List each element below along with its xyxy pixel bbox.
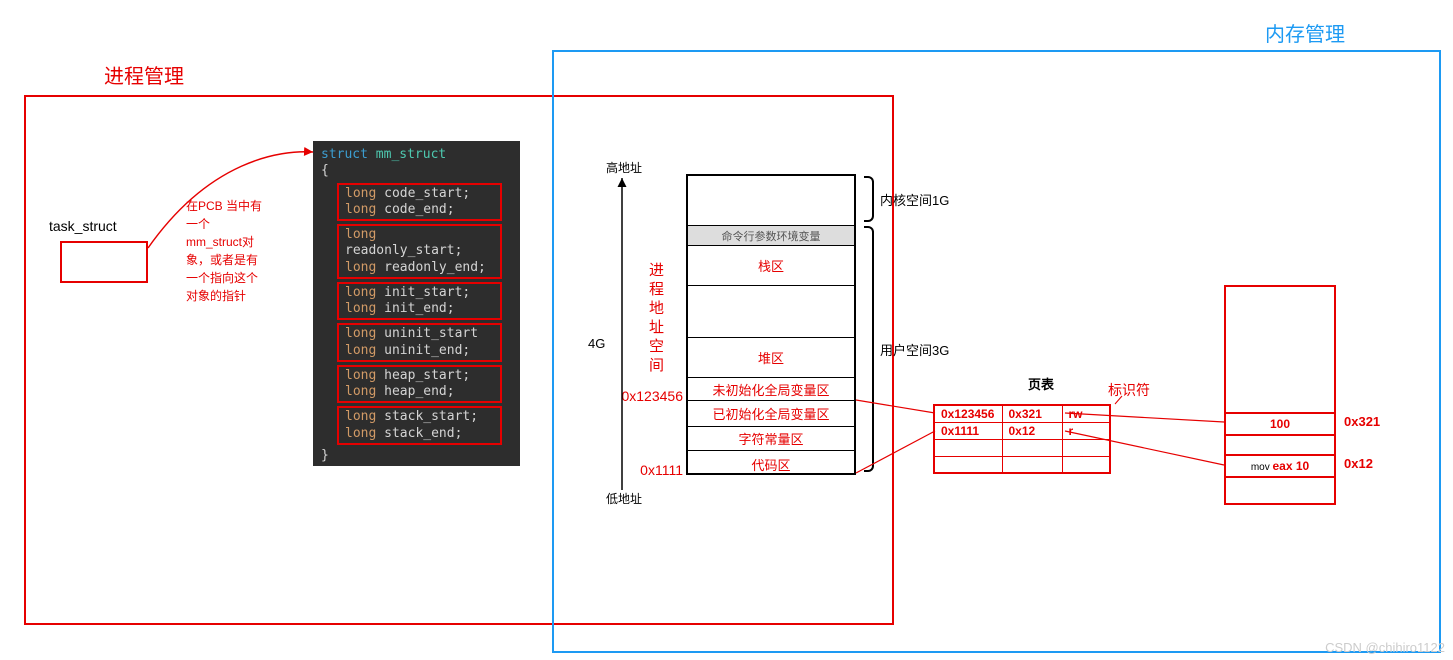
mem-row: 已初始化全局变量区 bbox=[688, 401, 854, 427]
mem-row: 未初始化全局变量区 bbox=[688, 378, 854, 401]
mem-row bbox=[688, 176, 854, 226]
label-low-addr: 低地址 bbox=[606, 490, 642, 507]
code-line: long uninit_start bbox=[345, 326, 494, 342]
task-annotation: 在PCB 当中有 一个 mm_struct对 象，或者是有 一个指向这个 对象的… bbox=[186, 197, 276, 305]
brace-close: } bbox=[321, 448, 512, 464]
phys-addr-2: 0x12 bbox=[1344, 456, 1373, 471]
phys-row2-ins: eax 10 bbox=[1272, 459, 1309, 473]
brace-user bbox=[864, 226, 874, 472]
table-cell: 0x123456 bbox=[934, 405, 1002, 422]
phys-row-1: 100 bbox=[1224, 412, 1336, 436]
table-cell bbox=[934, 456, 1002, 473]
code-line: long init_start; bbox=[345, 285, 494, 301]
table-row: 0x1234560x321rw bbox=[934, 405, 1110, 422]
note-l2: 一个 bbox=[186, 217, 210, 231]
task-struct-box bbox=[60, 241, 148, 283]
task-struct-label: task_struct bbox=[49, 218, 117, 234]
code-field-group: long readonly_start;long readonly_end; bbox=[337, 224, 502, 279]
code-line: long readonly_start; bbox=[345, 227, 494, 260]
code-line: long readonly_end; bbox=[345, 260, 494, 276]
code-line: long heap_start; bbox=[345, 368, 494, 384]
code-line: long stack_start; bbox=[345, 409, 494, 425]
brace-kernel bbox=[864, 176, 874, 222]
table-cell: 0x1111 bbox=[934, 422, 1002, 439]
code-line: long heap_end; bbox=[345, 384, 494, 400]
code-line: long code_start; bbox=[345, 186, 494, 202]
table-cell: 0x321 bbox=[1002, 405, 1062, 422]
code-line: long init_end; bbox=[345, 301, 494, 317]
note-l5: 一个指向这个 bbox=[186, 271, 258, 285]
phys-row-2: mov eax 10 bbox=[1224, 454, 1336, 478]
table-cell: 0x12 bbox=[1002, 422, 1062, 439]
addr-1: 0x123456 bbox=[610, 388, 683, 404]
label-kernel: 内核空间1G bbox=[880, 190, 949, 209]
code-field-group: long init_start;long init_end; bbox=[337, 282, 502, 321]
mem-row bbox=[688, 286, 854, 338]
label-addr-space: 进程地址空间 bbox=[645, 262, 666, 376]
table-cell: r bbox=[1062, 422, 1110, 439]
table-cell bbox=[1002, 456, 1062, 473]
code-line: long stack_end; bbox=[345, 426, 494, 442]
table-row: 0x11110x12r bbox=[934, 422, 1110, 439]
code-line: long uninit_end; bbox=[345, 343, 494, 359]
phys-row2-pre: mov bbox=[1251, 462, 1273, 473]
page-table-flag-label: 标识符 bbox=[1108, 380, 1150, 400]
page-table: 0x1234560x321rw0x11110x12r bbox=[933, 404, 1111, 474]
mem-row: 堆区 bbox=[688, 338, 854, 378]
kw-struct: struct bbox=[321, 147, 376, 162]
code-field-group: long uninit_startlong uninit_end; bbox=[337, 323, 502, 362]
note-l1: 在PCB 当中有 bbox=[186, 199, 262, 213]
physical-memory: 100 mov eax 10 bbox=[1224, 285, 1336, 505]
code-line: long code_end; bbox=[345, 202, 494, 218]
memory-layout: 命令行参数环境变量栈区堆区未初始化全局变量区已初始化全局变量区字符常量区代码区 bbox=[686, 174, 856, 475]
addr-2: 0x1111 bbox=[610, 462, 683, 478]
mm-struct-code: struct mm_struct { long code_start;long … bbox=[313, 141, 520, 466]
note-l6: 对象的指针 bbox=[186, 289, 246, 303]
phys-addr-1: 0x321 bbox=[1344, 414, 1380, 429]
label-high-addr: 高地址 bbox=[606, 159, 642, 176]
code-field-group: long heap_start;long heap_end; bbox=[337, 365, 502, 404]
table-cell bbox=[1062, 439, 1110, 456]
mem-row: 命令行参数环境变量 bbox=[688, 226, 854, 246]
page-table-title: 页表 bbox=[1028, 374, 1054, 393]
table-cell bbox=[1062, 456, 1110, 473]
mem-row: 栈区 bbox=[688, 246, 854, 286]
table-cell bbox=[934, 439, 1002, 456]
table-cell: rw bbox=[1062, 405, 1110, 422]
mem-row: 代码区 bbox=[688, 451, 854, 477]
table-row bbox=[934, 456, 1110, 473]
mem-row: 字符常量区 bbox=[688, 427, 854, 451]
table-row bbox=[934, 439, 1110, 456]
watermark: CSDN @chihiro1122 bbox=[1325, 640, 1445, 655]
brace-open: { bbox=[321, 163, 512, 179]
table-cell bbox=[1002, 439, 1062, 456]
label-user: 用户空间3G bbox=[880, 340, 949, 359]
note-l4: 象，或者是有 bbox=[186, 253, 258, 267]
code-field-group: long stack_start;long stack_end; bbox=[337, 406, 502, 445]
memory-title: 内存管理 bbox=[1265, 18, 1345, 47]
note-l3: mm_struct对 bbox=[186, 235, 254, 249]
label-4g: 4G bbox=[588, 336, 605, 351]
code-field-group: long code_start;long code_end; bbox=[337, 183, 502, 222]
process-title: 进程管理 bbox=[104, 60, 184, 89]
